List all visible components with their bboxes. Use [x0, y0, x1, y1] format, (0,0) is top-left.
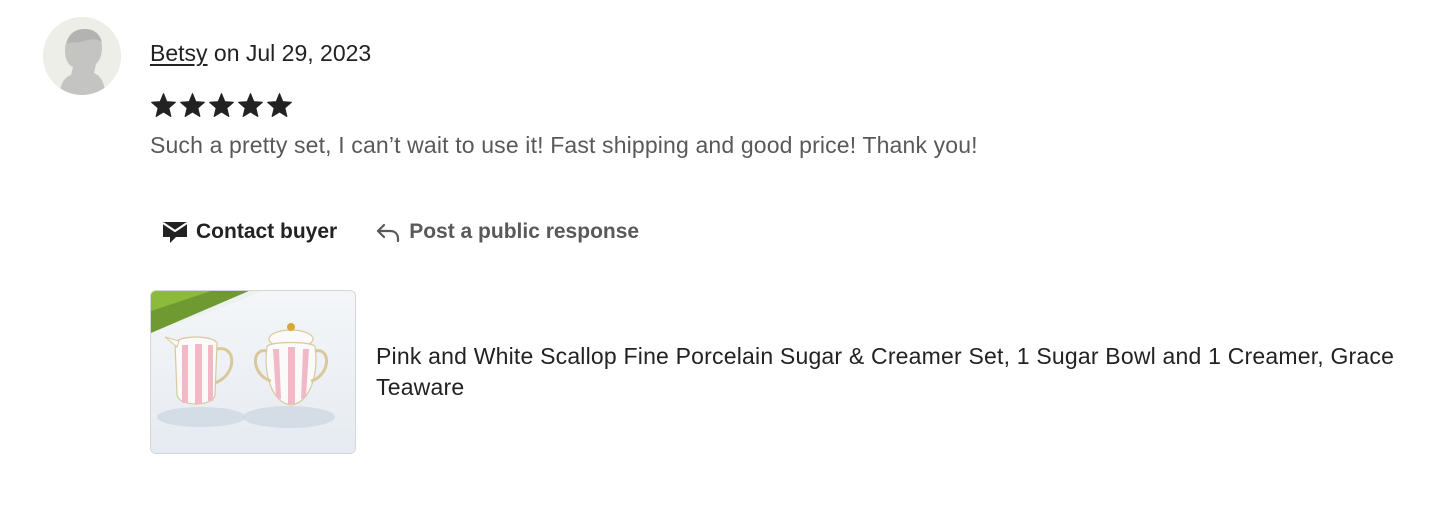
star-filled-icon: [237, 92, 264, 119]
contact-buyer-label: Contact buyer: [196, 220, 338, 243]
reviewer-avatar: [43, 17, 121, 95]
listing-title[interactable]: Pink and White Scallop Fine Porcelain Su…: [376, 341, 1416, 403]
review-text: Such a pretty set, I can’t wait to use i…: [150, 132, 978, 158]
contact-buyer-button[interactable]: Contact buyer: [150, 210, 349, 254]
star-filled-icon: [179, 92, 206, 119]
reply-arrow-icon: [375, 220, 401, 244]
star-filled-icon: [266, 92, 293, 119]
review-date: on Jul 29, 2023: [213, 40, 372, 66]
post-public-response-label: Post a public response: [409, 220, 640, 243]
listing-thumbnail[interactable]: [150, 290, 356, 454]
star-rating: [150, 92, 293, 119]
star-filled-icon: [150, 92, 177, 119]
listing-item[interactable]: Pink and White Scallop Fine Porcelain Su…: [150, 290, 1416, 454]
star-filled-icon: [208, 92, 235, 119]
post-public-response-button[interactable]: Post a public response: [363, 210, 651, 254]
default-user-avatar-icon: [43, 17, 121, 95]
review-byline: Betsy on Jul 29, 2023: [150, 38, 371, 68]
review-actions: Contact buyer Post a public response: [150, 210, 651, 254]
envelope-message-icon: [162, 220, 188, 244]
reviewer-name-link[interactable]: Betsy: [150, 40, 208, 66]
